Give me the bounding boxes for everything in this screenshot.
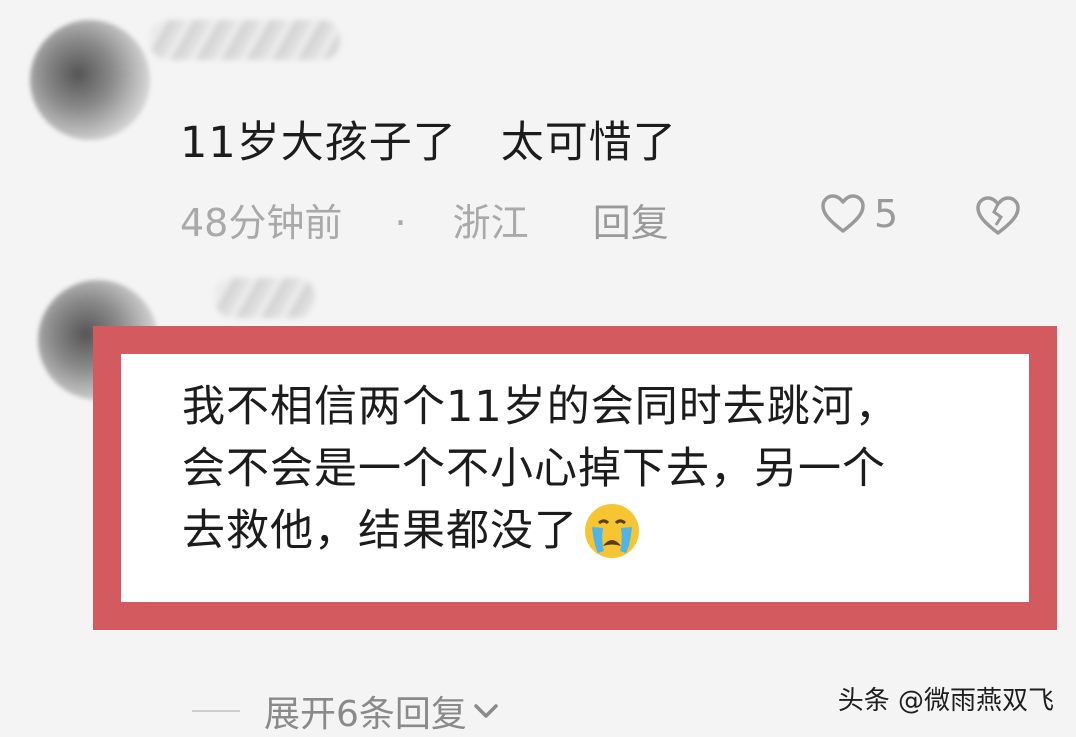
comment-1: 11岁大孩子了 太可惜了 48分钟前 · 浙江 回复 5: [0, 0, 1076, 260]
dislike-button[interactable]: [975, 195, 1021, 237]
comment-line: 去救他，结果都没了: [182, 506, 578, 556]
expand-replies-button[interactable]: 展开6条回复: [192, 685, 499, 737]
avatar[interactable]: [38, 280, 158, 400]
avatar[interactable]: [30, 20, 150, 140]
comment-meta: 48分钟前 · 浙江 回复: [180, 192, 669, 247]
divider-line: [192, 710, 240, 712]
comment-location: 浙江: [452, 201, 529, 245]
crying-emoji-icon: [582, 501, 642, 561]
comment-line-with-emoji: 去救他，结果都没了: [182, 500, 899, 562]
comment-text: 11岁大孩子了 太可惜了: [180, 118, 677, 168]
chevron-down-icon: [473, 701, 499, 721]
comment-time: 48分钟前: [180, 201, 343, 245]
watermark: 头条 @微雨燕双飞: [837, 686, 1054, 716]
expand-replies-label: 展开6条回复: [264, 694, 467, 735]
comment-line: 我不相信两个11岁的会同时去跳河，: [182, 382, 899, 432]
comment-text: 我不相信两个11岁的会同时去跳河， 会不会是一个不小心掉下去，另一个 去救他，结…: [182, 376, 899, 562]
reply-button[interactable]: 回复: [593, 192, 669, 247]
broken-heart-icon: [975, 195, 1021, 237]
username-blurred[interactable]: [215, 278, 315, 318]
like-button[interactable]: 5: [820, 192, 898, 236]
username-blurred[interactable]: [150, 20, 340, 60]
meta-separator: ·: [394, 201, 407, 245]
heart-icon: [820, 193, 866, 235]
like-count: 5: [874, 192, 899, 236]
comment-line: 会不会是一个不小心掉下去，另一个: [182, 444, 886, 494]
